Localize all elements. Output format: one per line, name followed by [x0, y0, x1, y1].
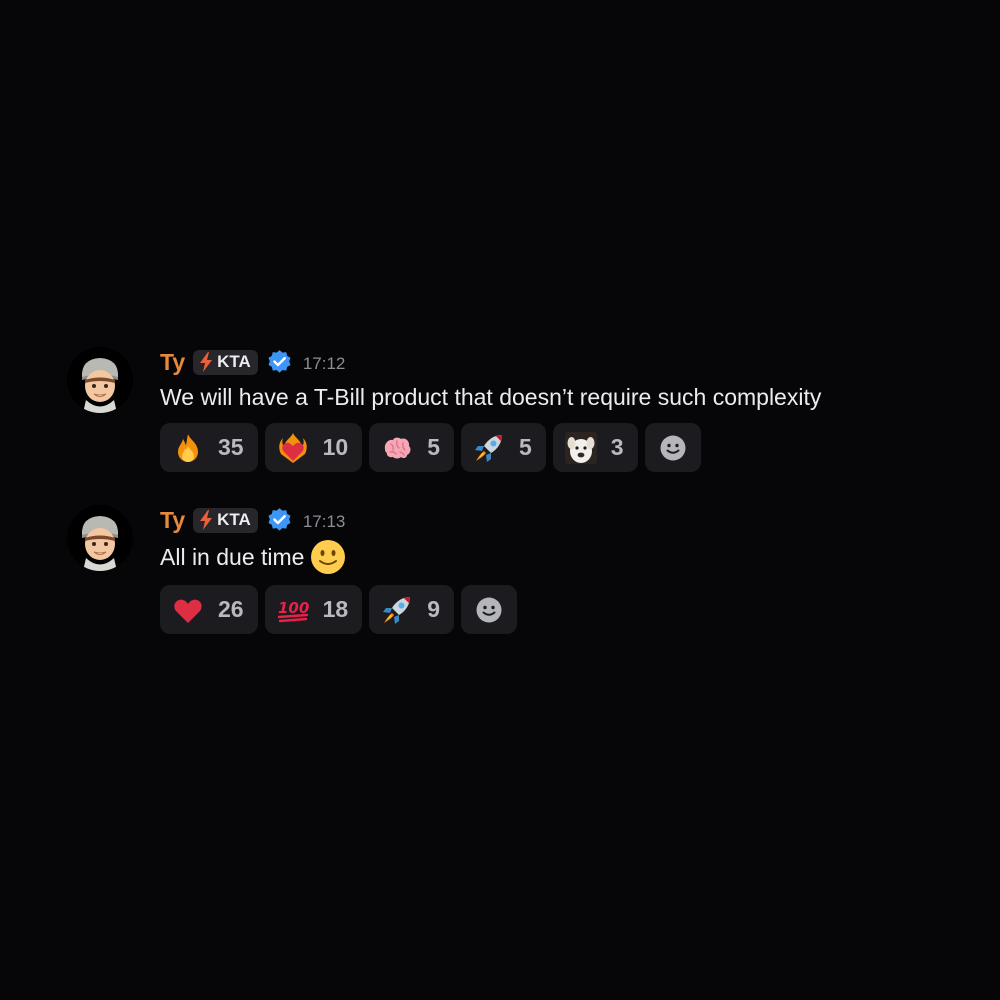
add-reaction-smiley-icon	[475, 596, 503, 624]
avatar-image	[67, 505, 133, 571]
user-tag-label: KTA	[217, 510, 251, 529]
avatar[interactable]	[67, 347, 133, 413]
message-header: Ty KTA 17:12	[160, 345, 960, 379]
reactions-bar: 26 18 9	[160, 585, 960, 634]
reaction-count: 35	[218, 434, 244, 460]
username[interactable]: Ty	[160, 349, 185, 376]
message-text: We will have a T-Bill product that doesn…	[160, 381, 960, 413]
reaction-brain[interactable]: 5	[369, 423, 454, 472]
lightning-icon	[198, 510, 214, 530]
rocket-icon	[381, 594, 413, 626]
message-header: Ty KTA 17:13	[160, 503, 960, 537]
reaction-count: 5	[427, 434, 440, 460]
lightning-icon	[198, 352, 214, 372]
reaction-rocket[interactable]: 9	[369, 585, 454, 634]
timestamp[interactable]: 17:13	[303, 512, 346, 532]
message-text-content: All in due time	[160, 544, 305, 570]
user-tag[interactable]: KTA	[193, 507, 258, 533]
avatar[interactable]	[67, 505, 133, 571]
message-text-content: We will have a T-Bill product that doesn…	[160, 384, 822, 410]
user-tag-label: KTA	[217, 352, 251, 371]
reaction-red-heart[interactable]: 26	[160, 585, 258, 634]
reaction-fire[interactable]: 35	[160, 423, 258, 472]
reaction-count: 18	[322, 596, 349, 622]
avatar-image	[67, 347, 133, 413]
add-reaction-button[interactable]	[460, 585, 517, 634]
chat-feed: Ty KTA 17:12 We will have a T-Bill produ…	[0, 0, 1000, 1000]
reaction-count: 26	[218, 596, 244, 622]
hundred-points-icon	[277, 594, 309, 626]
reaction-dog-face[interactable]: 3	[552, 423, 638, 472]
user-tag[interactable]: KTA	[193, 349, 258, 375]
message-body: Ty KTA 17:12 We will have a T-Bill produ…	[160, 345, 960, 472]
reaction-count: 3	[610, 434, 624, 460]
reaction-count: 5	[518, 434, 532, 460]
reaction-rocket[interactable]: 5	[460, 423, 546, 472]
add-reaction-button[interactable]	[644, 423, 701, 472]
brain-icon	[381, 432, 413, 464]
reactions-bar: 35 10 5 5 3	[160, 423, 960, 472]
message-text: All in due time	[160, 539, 960, 575]
flaming-heart-icon	[277, 432, 309, 464]
reaction-flaming-heart[interactable]: 10	[264, 423, 363, 472]
timestamp[interactable]: 17:12	[303, 354, 346, 374]
dog-face-icon	[565, 432, 597, 464]
fire-icon	[172, 432, 204, 464]
slightly-smiling-face-icon	[310, 539, 346, 575]
reaction-count: 10	[322, 434, 349, 460]
message-body: Ty KTA 17:13 All in due time 26 18 9	[160, 503, 960, 634]
red-heart-icon	[172, 594, 204, 626]
username[interactable]: Ty	[160, 507, 185, 534]
reaction-count: 9	[427, 596, 440, 622]
add-reaction-smiley-icon	[659, 434, 687, 462]
reaction-hundred-points[interactable]: 18	[264, 585, 363, 634]
verified-badge-icon	[266, 507, 293, 534]
verified-badge-icon	[266, 349, 293, 376]
rocket-icon	[473, 432, 505, 464]
